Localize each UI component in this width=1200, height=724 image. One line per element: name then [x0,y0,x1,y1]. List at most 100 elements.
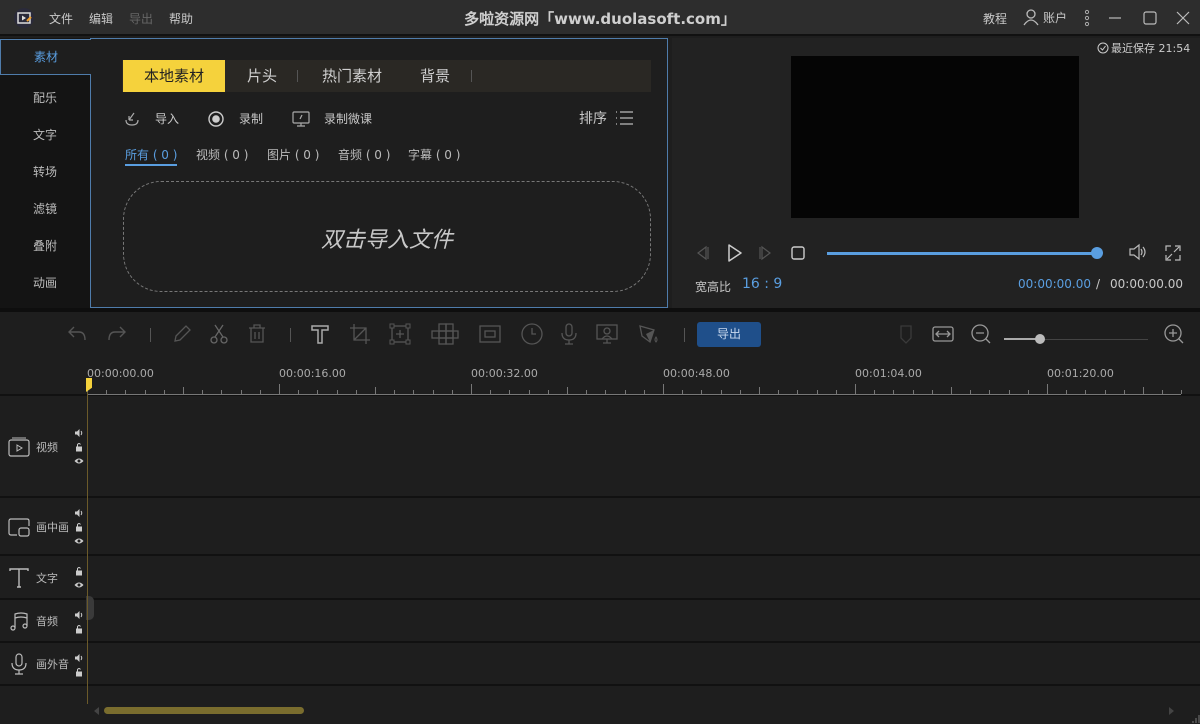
zoom-out-icon[interactable] [969,322,993,346]
freeze-frame-icon[interactable] [478,322,502,346]
track-pip[interactable]: 画中画 [0,498,1200,556]
sidebar-item-overlay[interactable]: 叠附 [0,237,90,254]
toolbar-divider [150,328,151,342]
account-button[interactable]: 账户 [1022,8,1067,26]
ruler-tick [567,387,568,394]
menu-file[interactable]: 文件 [49,10,73,27]
volume-icon[interactable] [74,653,84,663]
tab-background[interactable]: 背景 [408,60,462,92]
account-label: 账户 [1043,10,1068,25]
volume-icon[interactable] [1127,242,1149,262]
lock-icon[interactable] [74,442,84,452]
stop-icon[interactable] [790,245,806,261]
ruler-tick [1047,384,1048,394]
aspect-ratio-label: 宽高比 [695,280,732,294]
lock-icon[interactable] [74,667,84,677]
lock-icon[interactable] [74,624,84,634]
mosaic-icon[interactable] [430,322,460,346]
sidebar-item-animation[interactable]: 动画 [0,274,90,291]
play-icon[interactable] [724,243,744,263]
lock-icon[interactable] [74,566,84,576]
timeline-ruler[interactable] [0,360,1200,396]
menu-help[interactable]: 帮助 [169,10,193,27]
sidebar-item-text[interactable]: 文字 [0,126,90,143]
filter-image[interactable]: 图片 ( 0 ) [267,146,319,163]
track-label: 视频 [36,441,58,454]
close-icon[interactable] [1175,10,1191,26]
tab-intro[interactable]: 片头 [230,60,294,92]
eye-icon[interactable] [74,456,84,466]
list-sort-icon[interactable] [614,110,634,126]
scissors-icon[interactable] [207,322,231,346]
minimize-icon[interactable] [1107,10,1123,26]
volume-icon[interactable] [74,508,84,518]
playback-progress[interactable] [827,252,1097,255]
zoom-in-icon[interactable] [1162,322,1186,346]
timeline-zoom-handle[interactable] [1035,334,1045,344]
scroll-right-icon[interactable] [1168,706,1176,716]
import-dropzone[interactable]: 双击导入文件 [123,181,651,292]
fullscreen-icon[interactable] [1163,243,1183,263]
track-text[interactable]: 文字 [0,556,1200,600]
tab-popular-media[interactable]: 热门素材 [304,60,400,92]
total-time: 00:00:00.00 [1110,277,1183,291]
ruler-label: 00:00:48.00 [663,367,730,380]
tutorial-link[interactable]: 教程 [983,10,1007,27]
delete-icon[interactable] [245,322,269,346]
playback-progress-handle[interactable] [1091,247,1103,259]
duration-clock-icon[interactable] [520,322,544,346]
redo-icon[interactable] [105,322,129,346]
resize-grip-icon[interactable] [1190,714,1200,724]
paint-bucket-icon[interactable] [637,322,661,346]
eye-icon[interactable] [74,536,84,546]
lock-icon[interactable] [74,522,84,532]
menu-export[interactable]: 导出 [129,10,153,27]
track-voiceover[interactable]: 画外音 [0,643,1200,686]
screen-record-button[interactable]: 录制微课 [324,110,372,127]
text-tool-icon[interactable] [308,322,332,346]
record-button[interactable]: 录制 [239,110,263,127]
timeline-horizontal-scrollbar[interactable] [104,707,304,714]
filter-subtitle[interactable]: 字幕 ( 0 ) [408,146,460,163]
crop-icon[interactable] [348,322,372,346]
sidebar-item-filter[interactable]: 滤镜 [0,200,90,217]
filter-video[interactable]: 视频 ( 0 ) [196,146,248,163]
microphone-icon[interactable] [557,322,581,346]
ruler-tick [663,384,664,394]
next-frame-icon[interactable] [757,244,775,262]
ruler-label: 00:01:04.00 [855,367,922,380]
track-audio[interactable]: 音频 [0,600,1200,643]
tab-local-media[interactable]: 本地素材 [123,60,225,92]
import-button[interactable]: 导入 [155,110,179,127]
ruler-label: 00:01:20.00 [1047,367,1114,380]
more-icon[interactable] [1082,9,1092,27]
filter-audio[interactable]: 音频 ( 0 ) [338,146,390,163]
track-video[interactable]: 视频 [0,396,1200,498]
filter-all[interactable]: 所有 ( 0 ) [125,146,178,166]
scroll-left-icon[interactable] [92,706,100,716]
undo-icon[interactable] [65,322,89,346]
export-button[interactable]: 导出 [697,322,761,347]
sidebar-item-media[interactable]: 素材 [0,39,91,75]
menu-edit[interactable]: 编辑 [89,10,113,27]
import-icon[interactable] [123,110,141,128]
maximize-icon[interactable] [1142,10,1158,26]
volume-icon[interactable] [74,428,84,438]
tab-divider [471,70,472,82]
eye-icon[interactable] [74,580,84,590]
sidebar-item-transition[interactable]: 转场 [0,163,90,180]
previous-frame-icon[interactable] [693,244,711,262]
zoom-region-icon[interactable] [388,322,412,346]
record-icon[interactable] [207,110,225,128]
sort-button[interactable]: 排序 [579,108,607,128]
edit-pencil-icon[interactable] [170,322,194,346]
volume-icon[interactable] [74,610,84,620]
screen-record-icon[interactable] [291,110,311,128]
ruler-label: 00:00:16.00 [279,367,346,380]
fit-timeline-icon[interactable] [931,322,955,346]
webcam-record-icon[interactable] [595,322,619,346]
text-track-icon [9,568,29,588]
aspect-ratio-value[interactable]: 16 : 9 [742,276,782,292]
marker-icon[interactable] [894,322,918,346]
sidebar-item-music[interactable]: 配乐 [0,89,90,106]
